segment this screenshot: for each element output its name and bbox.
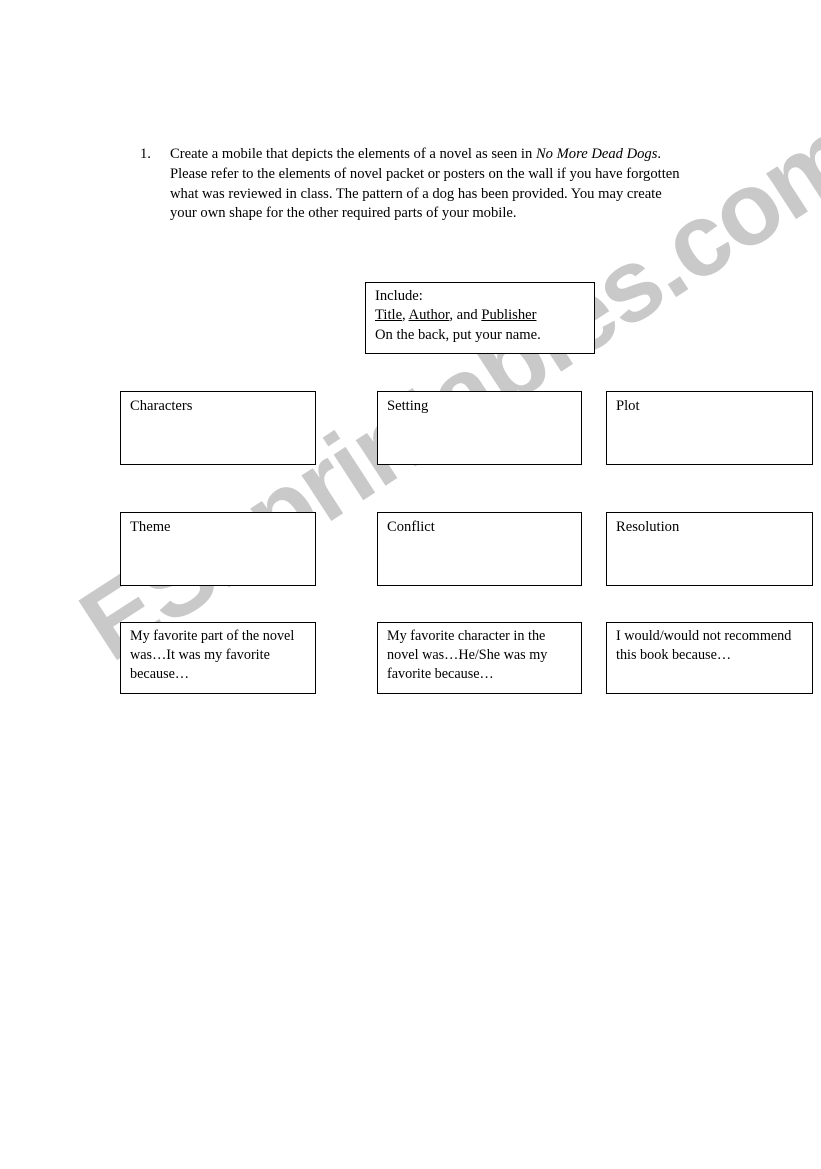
include-heading: Include: [375, 288, 423, 304]
answer-box-setting[interactable]: Setting [377, 391, 582, 465]
answer-box-label: Plot [616, 398, 640, 414]
answer-box-resolution[interactable]: Resolution [606, 512, 813, 586]
answer-box-label: Characters [130, 398, 193, 414]
book-title: No More Dead Dogs [535, 146, 658, 162]
answer-box-favorite-character[interactable]: My favorite character in the novel was…H… [377, 622, 582, 694]
include-item-title: Title [375, 307, 403, 324]
answer-box-theme[interactable]: Theme [120, 512, 316, 586]
answer-box-label: Conflict [387, 519, 435, 535]
include-item-author: Author [408, 307, 450, 324]
answer-box-label: Resolution [616, 519, 680, 535]
answer-box-conflict[interactable]: Conflict [377, 512, 582, 586]
include-item-publisher: Publisher [481, 307, 537, 324]
include-line-3: On the back, put your name. [375, 326, 541, 343]
instruction-block: 1. Create a mobile that depicts the eleme… [140, 145, 685, 224]
worksheet-page: 1. Create a mobile that depicts the eleme… [0, 0, 821, 1169]
answer-box-prompt: My favorite character in the novel was…H… [387, 628, 548, 682]
answer-box-characters[interactable]: Characters [120, 391, 316, 465]
list-number: 1. [140, 146, 151, 162]
answer-box-label: Setting [387, 398, 429, 414]
instruction-list-item: 1. Create a mobile that depicts the eleme… [140, 145, 685, 224]
include-sep-2: , and [449, 307, 482, 324]
include-box-text: Include: Title, Author, and Publisher On… [375, 287, 541, 345]
instruction-text-part-1: Create a mobile that depicts the element… [170, 146, 536, 162]
answer-box-plot[interactable]: Plot [606, 391, 813, 465]
answer-box-favorite-part[interactable]: My favorite part of the novel was…It was… [120, 622, 316, 694]
answer-box-label: Theme [130, 519, 171, 535]
answer-box-prompt: I would/would not recommend this book be… [616, 628, 792, 663]
answer-box-prompt: My favorite part of the novel was…It was… [130, 628, 295, 682]
include-box: Include: Title, Author, and Publisher On… [365, 282, 595, 354]
answer-box-recommendation[interactable]: I would/would not recommend this book be… [606, 622, 813, 694]
